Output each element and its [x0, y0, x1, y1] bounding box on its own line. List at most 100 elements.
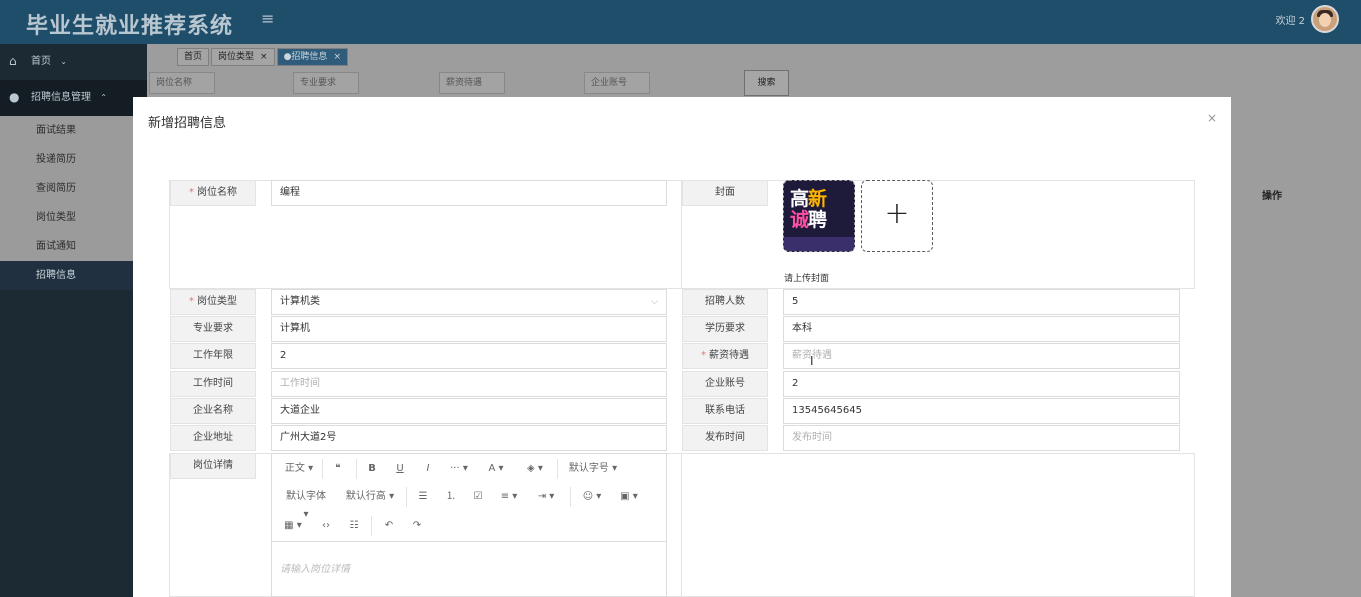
tab-label: 首页	[184, 52, 203, 62]
paragraph-select[interactable]: 正文 ▾	[284, 460, 314, 478]
years-label: 工作年限	[170, 343, 256, 369]
italic-icon[interactable]: I	[421, 460, 435, 478]
background-color-icon[interactable]: ◈ ▾	[523, 460, 547, 478]
toolbar-divider	[356, 459, 357, 479]
upload-cover-button[interactable]: +	[861, 180, 933, 252]
chevron-up-icon: ⌃	[100, 93, 107, 102]
job-type-label: * 岗位类型	[170, 289, 256, 315]
avatar[interactable]	[1311, 5, 1339, 33]
welcome-text: 欢迎 2	[1275, 16, 1305, 27]
align-icon[interactable]: ≡ ▾	[498, 488, 520, 506]
divider-icon[interactable]: ☷	[347, 517, 361, 535]
font-family-select[interactable]: 默认字体 ▾	[282, 488, 330, 520]
tab-label: ●招聘信息	[283, 52, 328, 62]
upload-hint: 请上传封面	[784, 274, 830, 284]
account-label: 企业账号	[682, 371, 768, 397]
select-value: 计算机类	[280, 296, 320, 307]
search-job-name-input[interactable]: 岗位名称	[149, 72, 215, 94]
education-label: 学历要求	[682, 316, 768, 342]
sidebar-item-view-resume[interactable]: 查阅简历	[0, 174, 147, 203]
chevron-down-icon: ⌄	[60, 57, 67, 66]
sidebar-item-label: 首页	[31, 56, 51, 67]
major-label: 专业要求	[170, 316, 256, 342]
editor-toolbar: 正文 ▾ ❝ B U I ··· ▾ A ▾ ◈ ▾ 默认字号 ▾ 默认字体 ▾…	[272, 454, 666, 542]
sidebar-item-recruitment-info[interactable]: 招聘信息	[0, 261, 147, 290]
image-icon[interactable]: ▣ ▾	[618, 488, 640, 506]
salary-input[interactable]: 薪资待遇	[783, 343, 1180, 369]
job-name-label: * 岗位名称	[170, 180, 256, 206]
tab-recruitment-info[interactable]: ●招聘信息 ×	[276, 48, 348, 66]
toolbar-divider	[322, 459, 323, 479]
address-input[interactable]: 广州大道2号	[271, 425, 667, 451]
years-input[interactable]: 2	[271, 343, 667, 369]
search-account-input[interactable]: 企业账号	[584, 72, 650, 94]
job-type-select[interactable]: 计算机类 ⌵	[271, 289, 667, 315]
salary-label: * 薪资待遇	[682, 343, 768, 369]
editor-placeholder[interactable]: 请输入岗位详情	[280, 560, 350, 575]
emoji-icon[interactable]: ☺ ▾	[581, 488, 603, 506]
toolbar-divider	[557, 459, 558, 479]
work-time-label: 工作时间	[170, 371, 256, 397]
close-icon[interactable]: ×	[333, 52, 341, 62]
bold-icon[interactable]: B	[365, 460, 379, 478]
phone-label: 联系电话	[682, 398, 768, 424]
toolbar-divider	[570, 487, 571, 507]
close-icon[interactable]: ×	[260, 52, 268, 62]
job-name-input[interactable]: 编程	[271, 180, 667, 206]
todo-icon[interactable]: ☑	[471, 488, 485, 506]
headcount-input[interactable]: 5	[783, 289, 1180, 315]
check-circle-icon: ●	[9, 90, 20, 104]
table-icon[interactable]: ▦ ▾	[282, 517, 304, 535]
tab-job-type[interactable]: 岗位类型 ×	[211, 48, 275, 66]
search-major-input[interactable]: 专业要求	[293, 72, 359, 94]
education-input[interactable]: 本科	[783, 316, 1180, 342]
sidebar: ⌂ 首页 ⌄ ● 招聘信息管理 ⌃ 面试结果 投递简历 查阅简历 岗位类型 面试…	[0, 44, 147, 597]
sidebar-item-interview-notice[interactable]: 面试通知	[0, 232, 147, 261]
publish-time-label: 发布时间	[682, 425, 768, 451]
sidebar-item-home[interactable]: ⌂ 首页 ⌄	[0, 44, 147, 80]
account-input[interactable]: 2	[783, 371, 1180, 397]
font-color-icon[interactable]: A ▾	[484, 460, 508, 478]
detail-label: 岗位详情	[170, 453, 256, 479]
cover-label: 封面	[682, 180, 768, 206]
sidebar-group-recruitment[interactable]: ● 招聘信息管理 ⌃	[0, 80, 147, 116]
quote-icon[interactable]: ❝	[330, 460, 346, 478]
sidebar-item-interview-result[interactable]: 面试结果	[0, 116, 147, 145]
search-salary-input[interactable]: 薪资待遇	[439, 72, 505, 94]
publish-time-input[interactable]: 发布时间	[783, 425, 1180, 451]
numbered-list-icon[interactable]: ⒈	[444, 488, 458, 506]
bullet-list-icon[interactable]: ☰	[416, 488, 430, 506]
toolbar-divider	[406, 487, 407, 507]
major-input[interactable]: 计算机	[271, 316, 667, 342]
more-icon[interactable]: ··· ▾	[446, 460, 472, 478]
search-button[interactable]: 搜索	[744, 70, 789, 96]
search-bar: 岗位名称 专业要求 薪资待遇 企业账号 搜索	[147, 70, 1361, 96]
undo-icon[interactable]: ↶	[382, 517, 396, 535]
menu-toggle-icon[interactable]: ≡	[261, 11, 275, 27]
font-size-select[interactable]: 默认字号 ▾	[568, 460, 618, 478]
code-icon[interactable]: ‹›	[319, 517, 333, 535]
cover-image[interactable]: 高新 诚聘	[783, 180, 855, 252]
headcount-label: 招聘人数	[682, 289, 768, 315]
add-recruitment-dialog: 新增招聘信息 × * 岗位名称 编程 * 岗位类型 计算机类 ⌵ 专业要求 计算机 工…	[133, 97, 1231, 597]
form-cell	[681, 453, 1195, 597]
company-input[interactable]: 大道企业	[271, 398, 667, 424]
home-icon: ⌂	[9, 54, 17, 68]
underline-icon[interactable]: U	[393, 460, 407, 478]
top-bar: 毕业生就业推荐系统 ≡ 欢迎 2	[0, 0, 1361, 44]
text-cursor-icon: I	[810, 354, 814, 368]
redo-icon[interactable]: ↷	[410, 517, 424, 535]
address-label: 企业地址	[170, 425, 256, 451]
close-icon[interactable]: ×	[1207, 111, 1217, 125]
phone-input[interactable]: 13545645645	[783, 398, 1180, 424]
rich-text-editor: 正文 ▾ ❝ B U I ··· ▾ A ▾ ◈ ▾ 默认字号 ▾ 默认字体 ▾…	[271, 453, 667, 597]
indent-icon[interactable]: ⇥ ▾	[535, 488, 557, 506]
sidebar-group-label: 招聘信息管理	[31, 92, 91, 103]
work-time-input[interactable]: 工作时间	[271, 371, 667, 397]
sidebar-item-submit-resume[interactable]: 投递简历	[0, 145, 147, 174]
sidebar-item-job-type[interactable]: 岗位类型	[0, 203, 147, 232]
sidebar-submenu: 面试结果 投递简历 查阅简历 岗位类型 面试通知 招聘信息	[0, 116, 147, 290]
toolbar-divider	[371, 516, 372, 536]
tab-home[interactable]: 首页	[177, 48, 210, 66]
line-height-select[interactable]: 默认行高 ▾	[345, 488, 395, 506]
